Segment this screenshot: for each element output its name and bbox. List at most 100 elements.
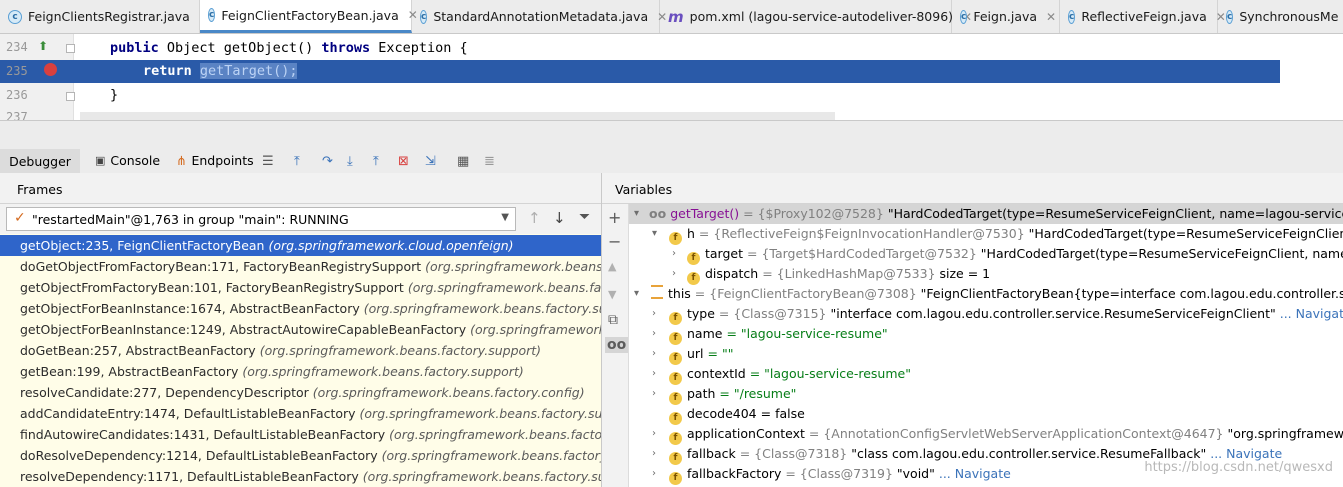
- frame-item[interactable]: doResolveDependency:1214, DefaultListabl…: [0, 445, 601, 466]
- thread-dropdown[interactable]: ✓ "restartedMain"@1,763 in group "main":…: [6, 207, 516, 231]
- chevron-down-icon[interactable]: ▾: [634, 284, 639, 304]
- variables-side-toolbar: + − ▲ ▼ ⧉ oo: [602, 204, 629, 487]
- frame-item[interactable]: getObjectFromFactoryBean:101, FactoryBea…: [0, 277, 601, 298]
- variable-row[interactable]: ▾ oo getTarget() = {$Proxy102@7528} "Hard…: [629, 204, 1343, 224]
- tab-pom-xml[interactable]: m pom.xml (lagou-service-autodeliver-809…: [660, 0, 972, 33]
- chevron-down-icon[interactable]: ▾: [634, 204, 639, 224]
- tab-label: pom.xml (lagou-service-autodeliver-8096): [689, 9, 954, 24]
- chevron-right-icon[interactable]: ›: [652, 364, 656, 384]
- endpoints-icon: ⋔: [176, 152, 187, 168]
- variable-row[interactable]: › f name = "lagou-service-resume": [629, 324, 1343, 345]
- chevron-right-icon[interactable]: ›: [652, 424, 656, 444]
- tab-synchronousme[interactable]: c SynchronousMe: [1218, 0, 1343, 33]
- chevron-right-icon[interactable]: ›: [652, 324, 656, 344]
- tab-feign[interactable]: c Feign.java ✕: [952, 0, 1060, 33]
- show-execution-point-icon[interactable]: ⤒: [294, 154, 300, 169]
- chevron-right-icon[interactable]: ›: [652, 444, 656, 464]
- arrow-up-icon[interactable]: ↑: [528, 209, 541, 227]
- chevron-right-icon[interactable]: ›: [652, 464, 656, 484]
- field-entry: f fallbackFactory = {Class@7319} "void" .…: [669, 464, 1011, 485]
- variable-row[interactable]: › f dispatch = {LinkedHashMap@7533} size …: [629, 264, 1343, 285]
- minus-icon[interactable]: −: [608, 232, 621, 251]
- frame-item[interactable]: getObjectForBeanInstance:1674, AbstractB…: [0, 298, 601, 319]
- field-entry: f name = "lagou-service-resume": [669, 324, 888, 345]
- frame-item[interactable]: doGetObjectFromFactoryBean:171, FactoryB…: [0, 256, 601, 277]
- object-icon: [651, 285, 663, 299]
- tab-console[interactable]: ▣ Console: [95, 149, 160, 171]
- evaluate-expression-icon[interactable]: ▦: [457, 154, 469, 169]
- thread-selector-row: ✓ "restartedMain"@1,763 in group "main":…: [0, 204, 601, 234]
- navigate-link[interactable]: ... Navigate: [1210, 446, 1282, 461]
- move-up-icon[interactable]: ▲: [608, 260, 616, 273]
- java-class-icon: c: [208, 8, 216, 22]
- variable-row[interactable]: › f path = "/resume": [629, 384, 1343, 405]
- variable-row[interactable]: ▾ fh = {ReflectiveFeign$FeignInvocationH…: [629, 224, 1343, 245]
- field-entry: f decode404 = false: [669, 404, 805, 425]
- java-class-icon: c: [1226, 9, 1234, 24]
- chevron-right-icon[interactable]: ›: [652, 384, 656, 404]
- step-out-icon[interactable]: ⤒: [373, 154, 379, 169]
- frame-item[interactable]: resolveDependency:1171, DefaultListableB…: [0, 466, 601, 487]
- frame-item[interactable]: addCandidateEntry:1474, DefaultListableB…: [0, 403, 601, 424]
- menu-icon[interactable]: ☰: [262, 154, 274, 169]
- tab-endpoints[interactable]: ⋔ Endpoints: [176, 149, 254, 171]
- trace-icon[interactable]: ≣: [484, 154, 495, 169]
- debugger-toolbar: Debugger ▣ Console ⋔ Endpoints ☰ ⤒ ↷ ⤓ ⤒…: [0, 120, 1343, 176]
- variable-row[interactable]: › f type = {Class@7315} "interface com.la…: [629, 304, 1343, 325]
- field-icon: f: [669, 472, 682, 485]
- tab-reflectivefeign[interactable]: c ReflectiveFeign.java ✕: [1060, 0, 1226, 33]
- variable-row[interactable]: f decode404 = false: [629, 404, 1343, 425]
- frame-item[interactable]: getObjectForBeanInstance:1249, AbstractA…: [0, 319, 601, 340]
- arrow-down-icon[interactable]: ↓: [553, 209, 566, 227]
- run-to-cursor-icon[interactable]: ⇲: [425, 154, 436, 169]
- horizontal-scrollbar[interactable]: [80, 112, 835, 120]
- variable-row[interactable]: ▾ this = {FeignClientFactoryBean@7308} "…: [629, 284, 1343, 304]
- frame-item[interactable]: getObject:235, FeignClientFactoryBean (o…: [0, 235, 601, 256]
- step-into-icon[interactable]: ⤓: [347, 154, 353, 169]
- maven-icon: m: [668, 7, 684, 26]
- variable-row[interactable]: › f contextId = "lagou-service-resume": [629, 364, 1343, 385]
- code-editor[interactable]: 234 ⬆ public Object getObject() throws E…: [0, 34, 1343, 120]
- step-over-icon[interactable]: ↷: [322, 154, 333, 169]
- variable-row[interactable]: › f target = {Target$HardCodedTarget@7532…: [629, 244, 1343, 265]
- frame-item[interactable]: resolveCandidate:277, DependencyDescript…: [0, 382, 601, 403]
- this-entry: this = {FeignClientFactoryBean@7308} "Fe…: [651, 284, 1343, 304]
- watch-result: oo getTarget() = {$Proxy102@7528} "HardCo…: [649, 206, 1343, 221]
- field-entry: f url = "": [669, 344, 733, 365]
- frame-item[interactable]: findAutowireCandidates:1431, DefaultList…: [0, 424, 601, 445]
- watches-icon[interactable]: oo: [605, 337, 629, 353]
- fold-icon[interactable]: [66, 92, 75, 101]
- tab-standardannotationmetadata[interactable]: c StandardAnnotationMetadata.java ✕: [412, 0, 667, 33]
- tab-feignclientsregistrar[interactable]: c FeignClientsRegistrar.java: [0, 0, 200, 33]
- filter-icon[interactable]: ⏷: [579, 209, 590, 225]
- chevron-right-icon[interactable]: ›: [672, 264, 676, 284]
- java-class-icon: c: [8, 9, 22, 24]
- plus-icon[interactable]: +: [608, 208, 621, 227]
- navigate-link[interactable]: ... Navigate: [939, 466, 1011, 481]
- variables-panel-header: Variables: [602, 173, 1343, 204]
- variable-row[interactable]: › f url = "": [629, 344, 1343, 365]
- variable-row[interactable]: › f applicationContext = {AnnotationConfi…: [629, 424, 1343, 445]
- check-icon: ✓: [14, 210, 26, 226]
- chevron-right-icon[interactable]: ›: [652, 344, 656, 364]
- tab-debugger[interactable]: Debugger: [0, 149, 80, 176]
- field-entry: f path = "/resume": [669, 384, 796, 405]
- copy-icon[interactable]: ⧉: [608, 312, 618, 328]
- chevron-down-icon[interactable]: ▾: [652, 224, 657, 244]
- drop-frame-icon[interactable]: ⊠: [398, 154, 409, 169]
- line-number: 236: [6, 88, 28, 102]
- close-icon[interactable]: ✕: [1046, 10, 1056, 24]
- move-down-icon[interactable]: ▼: [608, 288, 616, 301]
- tab-label: ReflectiveFeign.java: [1081, 9, 1207, 24]
- override-icon: ⬆: [38, 39, 49, 53]
- code-line-235: return getTarget();: [143, 63, 298, 79]
- code-line-236: }: [110, 87, 119, 103]
- fold-icon[interactable]: [66, 44, 75, 53]
- breakpoint-icon[interactable]: [44, 63, 57, 76]
- navigate-link[interactable]: ... Navigate: [1280, 306, 1343, 321]
- frame-item[interactable]: doGetBean:257, AbstractBeanFactory (org.…: [0, 340, 601, 361]
- chevron-right-icon[interactable]: ›: [652, 304, 656, 324]
- tab-feignclientfactorybean[interactable]: c FeignClientFactoryBean.java ✕: [200, 0, 418, 33]
- frame-item[interactable]: getBean:199, AbstractBeanFactory (org.sp…: [0, 361, 601, 382]
- chevron-right-icon[interactable]: ›: [672, 244, 676, 264]
